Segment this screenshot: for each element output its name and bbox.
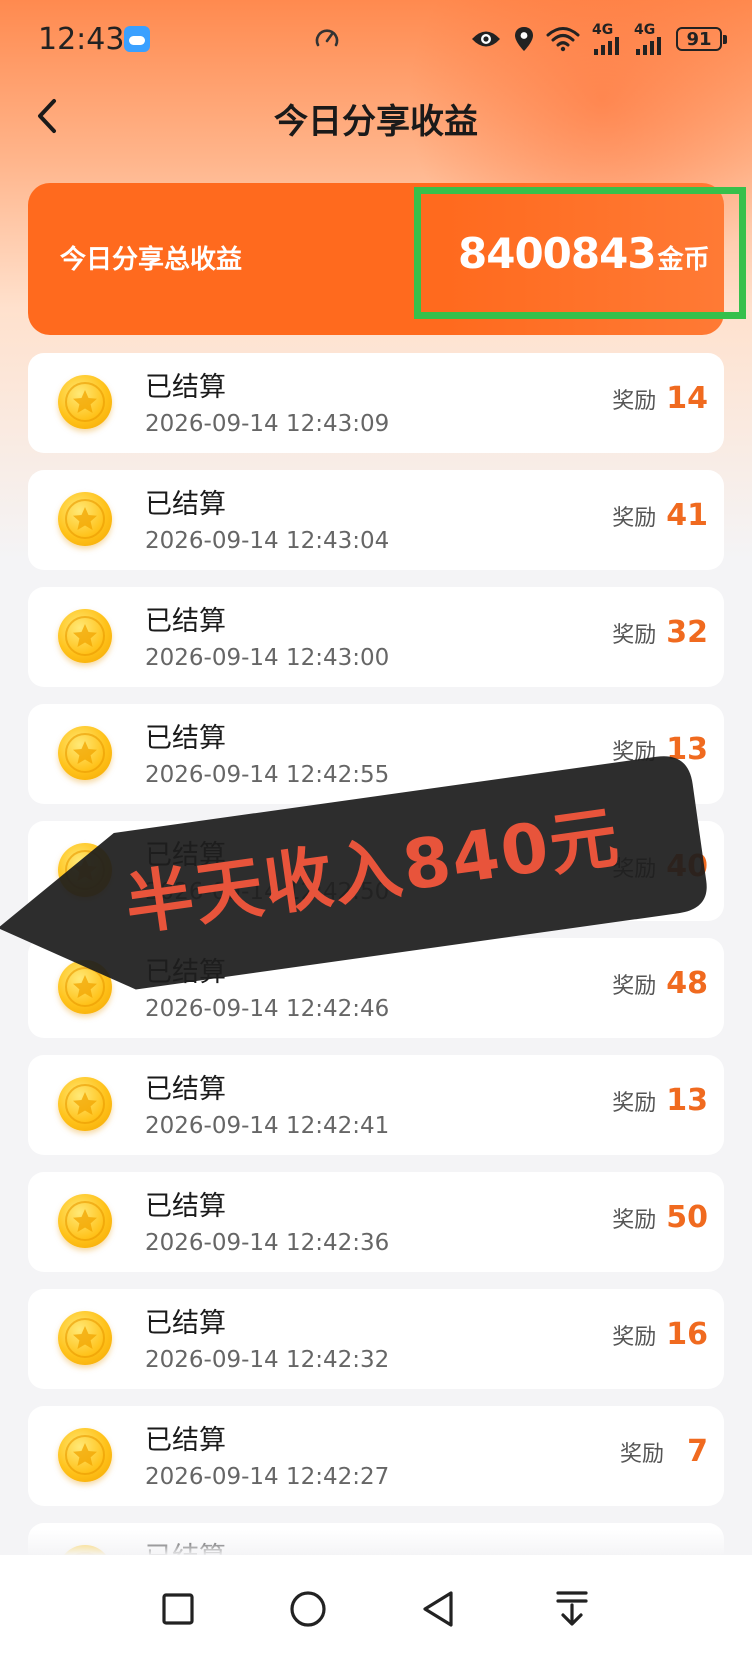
record-row[interactable]: 已结算 2026-09-14 12:42:27 奖励 7 [28,1406,724,1506]
reward-label: 奖励 [612,1324,657,1350]
list-fade [0,1530,752,1556]
coin-icon [58,726,112,780]
record-status: 已结算 [145,723,226,754]
record-status: 已结算 [145,1425,226,1456]
record-time: 2026-09-14 12:43:09 [145,411,390,437]
record-time: 2026-09-14 12:42:36 [145,1230,390,1256]
speed-icon [314,26,340,52]
battery-level: 91 [686,28,712,50]
record-row[interactable]: 已结算 2026-09-14 12:42:41 奖励 13 [28,1055,724,1155]
reward-value: 13 [666,1083,708,1118]
record-status: 已结算 [145,1191,226,1222]
wifi-icon [546,26,580,52]
eye-icon [470,28,502,50]
records-list: 已结算 2026-09-14 12:43:09 奖励 14 已结算 2026-09-14 … [28,353,724,1640]
record-row[interactable]: 已结算 2026-09-14 12:42:32 奖励 16 [28,1289,724,1389]
record-reward: 奖励 32 [612,615,708,650]
record-time: 2026-09-14 12:42:55 [145,762,390,788]
record-reward: 奖励 13 [612,1083,708,1118]
notification-pull-icon[interactable] [548,1585,596,1633]
reward-value: 48 [666,966,708,1001]
signal-icon: 4G [592,23,622,55]
location-icon [514,26,534,52]
reward-value: 16 [666,1317,708,1352]
record-time: 2026-09-14 12:43:04 [145,528,390,554]
network-type-2: 4G [634,22,656,38]
record-time: 2026-09-14 12:42:46 [145,996,390,1022]
reward-value: 7 [687,1434,708,1469]
reward-value: 41 [666,498,708,533]
record-time: 2026-09-14 12:42:41 [145,1113,390,1139]
coin-icon [58,492,112,546]
reward-value: 50 [666,1200,708,1235]
record-reward: 奖励 14 [612,381,708,416]
reward-label: 奖励 [612,505,657,531]
record-reward: 奖励 48 [612,966,708,1001]
record-status: 已结算 [145,1074,226,1105]
record-time: 2026-09-14 12:42:32 [145,1347,390,1373]
summary-label: 今日分享总收益 [60,245,243,275]
reward-value: 14 [666,381,708,416]
record-status: 已结算 [145,489,226,520]
record-status: 已结算 [145,1308,226,1339]
coin-icon [58,609,112,663]
coin-icon [58,1077,112,1131]
reward-label: 奖励 [612,1090,657,1116]
status-icons: 4G 4G 91 [470,22,727,56]
reward-label: 奖励 [612,1207,657,1233]
recent-apps-icon[interactable] [154,1585,202,1633]
record-reward: 奖励 7 [620,1434,708,1469]
reward-label: 奖励 [612,973,657,999]
coin-icon [58,1428,112,1482]
status-bar: 12:43 4G 4G 91 [0,0,752,80]
record-row[interactable]: 已结算 2026-09-14 12:43:04 奖励 41 [28,470,724,570]
reward-label: 奖励 [619,1441,664,1467]
record-reward: 奖励 50 [612,1200,708,1235]
network-type-1: 4G [592,22,614,38]
status-time: 12:43 [38,22,125,57]
record-reward: 奖励 16 [612,1317,708,1352]
system-nav-bar [0,1555,752,1663]
reward-label: 奖励 [612,388,657,414]
signal-icon: 4G [634,23,664,55]
coin-icon [58,1311,112,1365]
record-reward: 奖励 41 [612,498,708,533]
record-time: 2026-09-14 12:43:00 [145,645,390,671]
battery-icon: 91 [676,27,727,51]
record-status: 已结算 [145,372,226,403]
reward-label: 奖励 [612,622,657,648]
highlight-box [414,187,746,319]
home-icon[interactable] [284,1585,332,1633]
record-row[interactable]: 已结算 2026-09-14 12:42:36 奖励 50 [28,1172,724,1272]
page-title: 今日分享收益 [274,102,478,142]
record-status: 已结算 [145,606,226,637]
record-row[interactable]: 已结算 2026-09-14 12:43:00 奖励 32 [28,587,724,687]
back-triangle-icon[interactable] [414,1585,462,1633]
coin-icon [58,375,112,429]
coin-icon [58,1194,112,1248]
record-row[interactable]: 已结算 2026-09-14 12:43:09 奖励 14 [28,353,724,453]
reward-value: 32 [666,615,708,650]
weather-icon [124,26,150,52]
record-time: 2026-09-14 12:42:27 [145,1464,390,1490]
